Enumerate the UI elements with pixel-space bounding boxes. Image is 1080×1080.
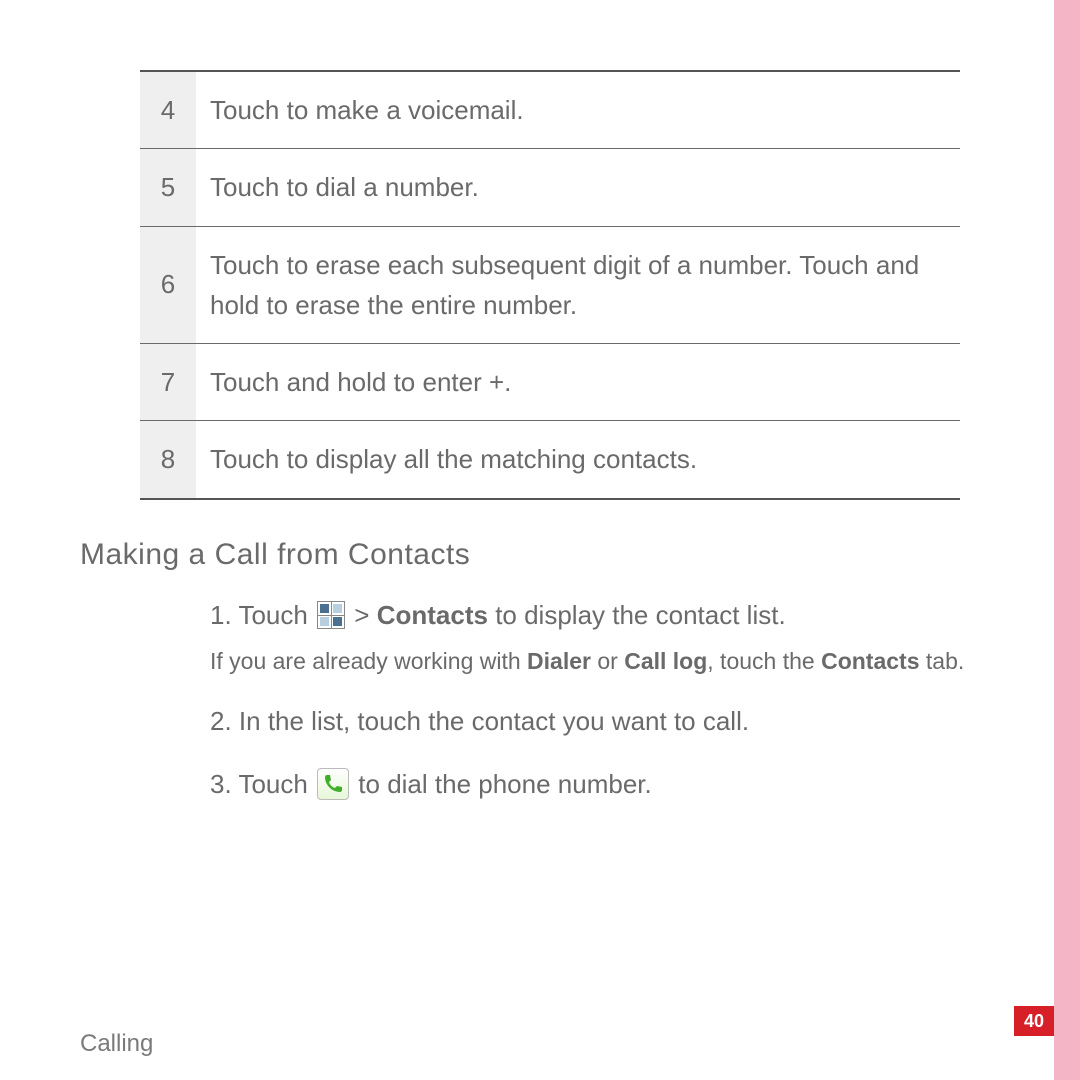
row-description: Touch to display all the matching contac…	[196, 421, 960, 499]
row-description: Touch to erase each subsequent digit of …	[196, 226, 960, 344]
row-description: Touch and hold to enter +.	[196, 344, 960, 421]
page-content: 4 Touch to make a voicemail. 5 Touch to …	[80, 70, 980, 828]
row-number: 6	[140, 226, 196, 344]
step-text: 3. Touch	[210, 769, 315, 799]
table-row: 6 Touch to erase each subsequent digit o…	[140, 226, 960, 344]
phone-call-icon	[317, 768, 349, 800]
steps-list: 1. Touch > Contacts to display the conta…	[210, 596, 990, 804]
sub-bold: Contacts	[821, 648, 919, 674]
step-text: to display the contact list.	[495, 600, 785, 630]
row-description: Touch to dial a number.	[196, 149, 960, 226]
row-number: 7	[140, 344, 196, 421]
side-accent-bar	[1054, 0, 1080, 1080]
footer-section-label: Calling	[80, 1030, 153, 1058]
row-number: 8	[140, 421, 196, 499]
sub-bold: Dialer	[527, 648, 591, 674]
row-number: 5	[140, 149, 196, 226]
step-3: 3. Touch to dial the phone number.	[210, 765, 990, 804]
page-number-badge: 40	[1014, 1006, 1054, 1036]
step-1: 1. Touch > Contacts to display the conta…	[210, 596, 990, 678]
step-bold: Contacts	[377, 600, 488, 630]
table-row: 8 Touch to display all the matching cont…	[140, 421, 960, 499]
sub-text: , touch the	[707, 648, 821, 674]
step-2: 2. In the list, touch the contact you wa…	[210, 702, 990, 741]
apps-grid-icon	[317, 601, 345, 629]
legend-table: 4 Touch to make a voicemail. 5 Touch to …	[140, 70, 960, 500]
sub-text: If you are already working with	[210, 648, 527, 674]
table-row: 4 Touch to make a voicemail.	[140, 71, 960, 149]
sub-bold: Call log	[624, 648, 707, 674]
step-subtext: If you are already working with Dialer o…	[210, 645, 990, 678]
row-number: 4	[140, 71, 196, 149]
section-heading: Making a Call from Contacts	[80, 538, 980, 572]
row-description: Touch to make a voicemail.	[196, 71, 960, 149]
step-text: >	[354, 600, 376, 630]
table-row: 5 Touch to dial a number.	[140, 149, 960, 226]
table-row: 7 Touch and hold to enter +.	[140, 344, 960, 421]
step-text: to dial the phone number.	[358, 769, 651, 799]
sub-text: or	[591, 648, 624, 674]
sub-text: tab.	[920, 648, 965, 674]
step-text: 1. Touch	[210, 600, 315, 630]
